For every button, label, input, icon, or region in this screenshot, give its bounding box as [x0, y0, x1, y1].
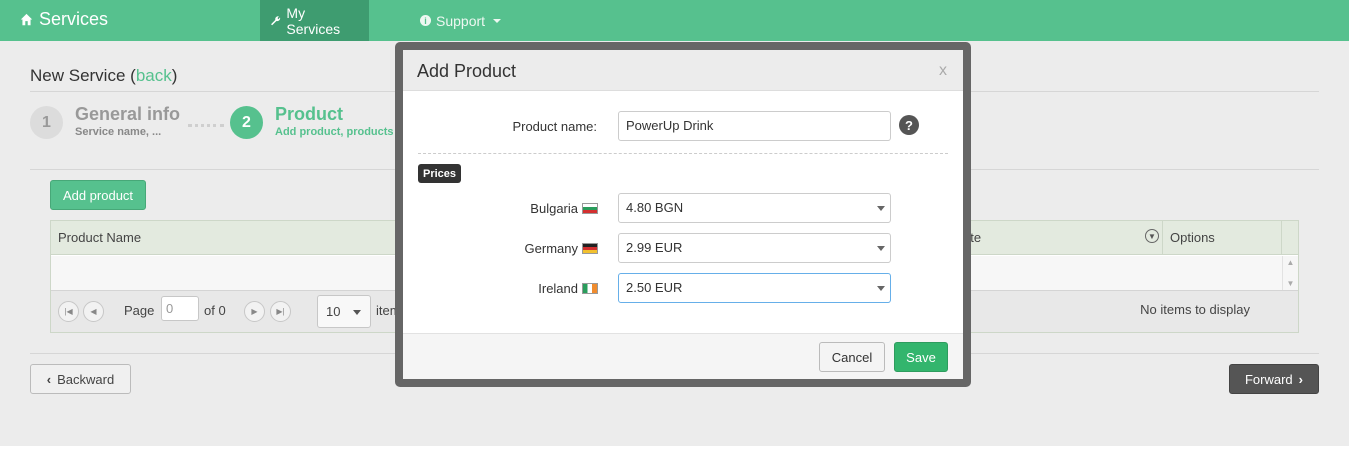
- bulgaria-flag-icon: [582, 203, 598, 214]
- price-label-ireland: Ireland: [463, 281, 598, 296]
- price-value: 2.50 EUR: [626, 280, 683, 295]
- backward-button[interactable]: ‹ Backward: [30, 364, 131, 394]
- scroll-up-icon[interactable]: ▲: [1287, 258, 1295, 267]
- brand-link[interactable]: Services: [20, 9, 108, 30]
- add-product-modal: Add Product x Product name: PowerUp Drin…: [403, 50, 963, 379]
- country-name: Germany: [524, 241, 578, 256]
- chevron-down-icon: [493, 18, 502, 23]
- page-title: New Service (back): [30, 66, 177, 86]
- country-name: Bulgaria: [530, 201, 578, 216]
- home-icon: [20, 13, 33, 26]
- cancel-button[interactable]: Cancel: [819, 342, 885, 372]
- forward-button[interactable]: Forward ›: [1229, 364, 1319, 394]
- filter-icon[interactable]: ▼: [1145, 229, 1159, 243]
- help-icon[interactable]: ?: [899, 115, 919, 135]
- step-connector: [188, 124, 224, 127]
- modal-title: Add Product: [417, 61, 517, 81]
- grid-scrollbar[interactable]: ▲ ▼: [1282, 256, 1298, 290]
- country-name: Ireland: [538, 281, 578, 296]
- step-1-title: General info: [75, 104, 181, 124]
- next-page-icon[interactable]: ▶: [244, 301, 265, 322]
- page-title-end: ): [171, 66, 178, 85]
- germany-flag-icon: [582, 243, 598, 254]
- first-page-icon[interactable]: |◀: [58, 301, 79, 322]
- product-name-input[interactable]: PowerUp Drink: [618, 111, 891, 141]
- price-label-germany: Germany: [463, 241, 598, 256]
- chevron-down-icon: [353, 310, 361, 315]
- last-page-icon[interactable]: ▶|: [270, 301, 291, 322]
- save-button[interactable]: Save: [894, 342, 948, 372]
- close-icon[interactable]: x: [939, 62, 947, 80]
- step-2-title: Product: [275, 104, 344, 124]
- nav-my-services[interactable]: My Services: [260, 0, 369, 41]
- chevron-left-icon: ‹: [46, 371, 52, 387]
- chevron-down-icon: [877, 286, 885, 291]
- price-select-germany[interactable]: 2.99 EUR: [618, 233, 891, 263]
- top-navbar: Services My Services i Support: [0, 0, 1349, 41]
- info-icon: i: [420, 15, 431, 26]
- step-1-subtitle: Service name, ...: [75, 126, 162, 138]
- prices-badge: Prices: [418, 164, 462, 183]
- section-divider: [418, 153, 948, 154]
- column-divider: [1281, 221, 1282, 255]
- column-header-product-name[interactable]: Product Name: [58, 230, 141, 245]
- page-size-select[interactable]: 10: [317, 295, 371, 328]
- page-number-input[interactable]: 0: [161, 296, 199, 321]
- backward-label: Backward: [57, 371, 115, 387]
- column-header-options: Options: [1170, 230, 1215, 245]
- scroll-down-icon[interactable]: ▼: [1287, 279, 1295, 288]
- price-value: 4.80 BGN: [626, 200, 684, 215]
- nav-support-dropdown[interactable]: i Support: [410, 0, 511, 41]
- modal-header: Add Product x: [403, 50, 963, 91]
- product-name-label: Product name:: [512, 119, 597, 134]
- chevron-down-icon: [877, 206, 885, 211]
- modal-footer: Cancel Save: [403, 333, 963, 379]
- back-link[interactable]: back: [136, 66, 172, 85]
- prev-page-icon[interactable]: ◀: [83, 301, 104, 322]
- page-title-text: New Service (: [30, 66, 136, 85]
- forward-label: Forward: [1244, 371, 1293, 387]
- price-label-bulgaria: Bulgaria: [463, 201, 598, 216]
- step-1-number: 1: [30, 106, 63, 139]
- column-divider: [1162, 221, 1163, 255]
- chevron-down-icon: [877, 246, 885, 251]
- page-count-label: of 0: [204, 303, 226, 318]
- price-select-ireland[interactable]: 2.50 EUR: [618, 273, 891, 303]
- page-size-value: 10: [326, 304, 341, 319]
- step-2-number: 2: [230, 106, 263, 139]
- brand-label: Services: [39, 9, 109, 29]
- nav-my-services-label: My Services: [286, 4, 341, 37]
- ireland-flag-icon: [582, 283, 598, 294]
- nav-support-label: Support: [436, 12, 486, 29]
- add-product-button[interactable]: Add product: [50, 180, 146, 210]
- step-2-subtitle: Add product, products: [275, 126, 394, 138]
- price-select-bulgaria[interactable]: 4.80 BGN: [618, 193, 891, 223]
- wrench-icon: [271, 15, 281, 25]
- chevron-right-icon: ›: [1298, 371, 1304, 387]
- price-value: 2.99 EUR: [626, 240, 683, 255]
- no-items-label: No items to display: [1140, 302, 1250, 317]
- page-label: Page: [124, 303, 155, 318]
